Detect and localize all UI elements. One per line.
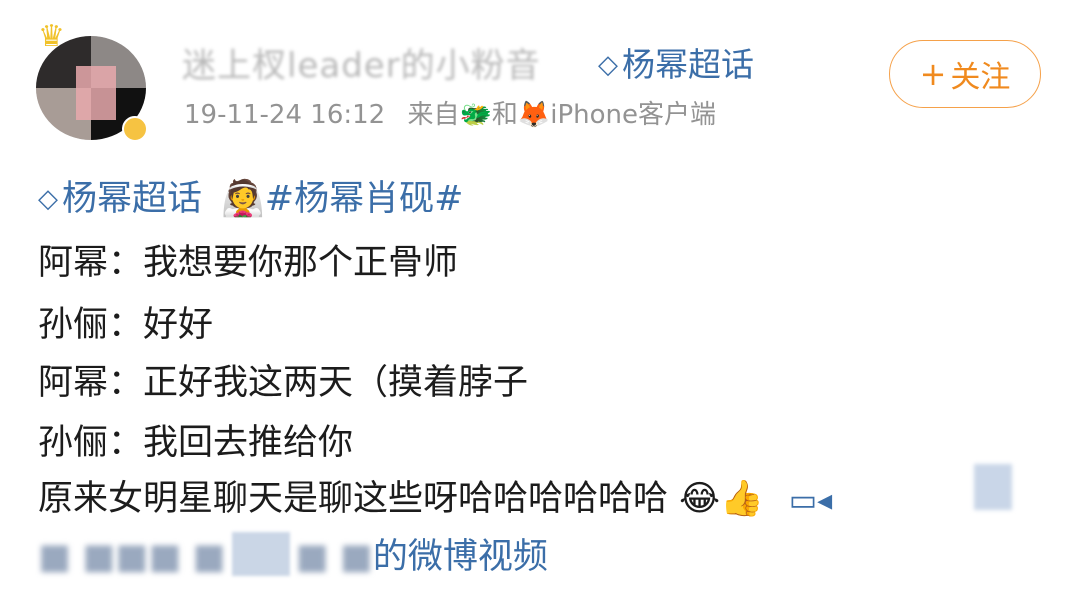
author-supertopic-label: 杨幂超话 [622, 45, 754, 84]
supertopic-link[interactable]: ◇ 杨幂超话 [38, 179, 202, 219]
post-meta: 19-11-24 16:12 来自🐲和🦊iPhone客户端 [184, 94, 716, 131]
video-link[interactable]: ■ ■■■ ■ ■ ■的微博视频 [38, 528, 548, 579]
source-prefix: 来自 [407, 100, 460, 130]
hashtag-link[interactable]: #杨幂肖砚# [265, 179, 464, 219]
dragon-emoji-icon: 🐲 [459, 100, 492, 130]
author-name[interactable]: 迷上杈leader的小粉音 [182, 38, 541, 87]
fox-emoji-icon: 🦊 [517, 100, 551, 130]
source-device: iPhone客户端 [550, 100, 717, 130]
author-supertopic-link[interactable]: ◇ 杨幂超话 [598, 38, 754, 86]
post-text: 原来女明星聊天是聊这些呀哈哈哈哈哈哈 [38, 479, 669, 519]
avatar[interactable]: ♛ [36, 22, 148, 142]
diamond-icon: ◇ [38, 184, 58, 214]
verified-badge-icon [122, 116, 148, 142]
topic-line: ◇ 杨幂超话 👰#杨幂肖砚# [38, 170, 463, 221]
blurred-region [974, 464, 1012, 510]
post-text-line: 阿幂：正好我这两天（摸着脖子 [38, 363, 529, 403]
post-timestamp: 19-11-24 16:12 [184, 100, 386, 130]
post-text-line: 孙俪：好好 [38, 305, 214, 345]
emoji-group-icon: 😂👍 [679, 479, 764, 519]
plus-icon: + [919, 55, 947, 93]
diamond-icon: ◇ [598, 50, 618, 80]
bride-emoji-icon: 👰 [221, 179, 265, 219]
supertopic-label: 杨幂超话 [62, 179, 203, 219]
post-text-line: 孙俪：我回去推给你 [38, 423, 354, 463]
source-join: 和 [491, 100, 518, 130]
post-text-line-last: 原来女明星聊天是聊这些呀哈哈哈哈哈哈 😂👍 ▭◂ [38, 470, 832, 521]
blurred-box [231, 532, 290, 576]
follow-label: 关注 [950, 60, 1011, 95]
video-link-label: 的微博视频 [372, 537, 548, 577]
post-text-line: 阿幂：我想要你那个正骨师 [38, 243, 459, 283]
blurred-prefix: ■ ■■■ ■ [38, 537, 226, 577]
video-camera-icon[interactable]: ▭◂ [789, 483, 832, 518]
blurred-prefix-2: ■ ■ [295, 537, 373, 577]
follow-button[interactable]: + 关注 [889, 40, 1041, 108]
